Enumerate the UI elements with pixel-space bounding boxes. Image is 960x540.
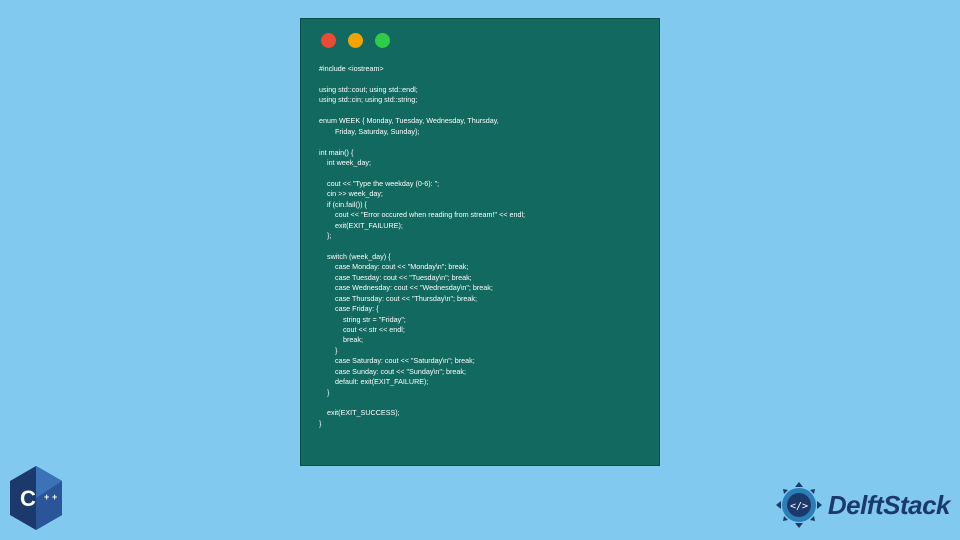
traffic-light-red-icon — [321, 33, 336, 48]
code-window: #include <iostream> using std::cout; usi… — [300, 18, 660, 466]
traffic-light-yellow-icon — [348, 33, 363, 48]
delftstack-gear-icon: </> — [774, 480, 824, 530]
svg-text:+: + — [52, 492, 57, 502]
svg-text:C: C — [20, 486, 36, 511]
traffic-lights — [321, 33, 641, 48]
delftstack-logo: </> DelftStack — [774, 480, 950, 530]
svg-text:</>: </> — [790, 501, 808, 512]
traffic-light-green-icon — [375, 33, 390, 48]
delftstack-label: DelftStack — [828, 490, 950, 521]
cpp-logo-icon: C + + — [6, 464, 66, 532]
code-block: #include <iostream> using std::cout; usi… — [319, 64, 641, 429]
svg-text:+: + — [44, 492, 49, 502]
